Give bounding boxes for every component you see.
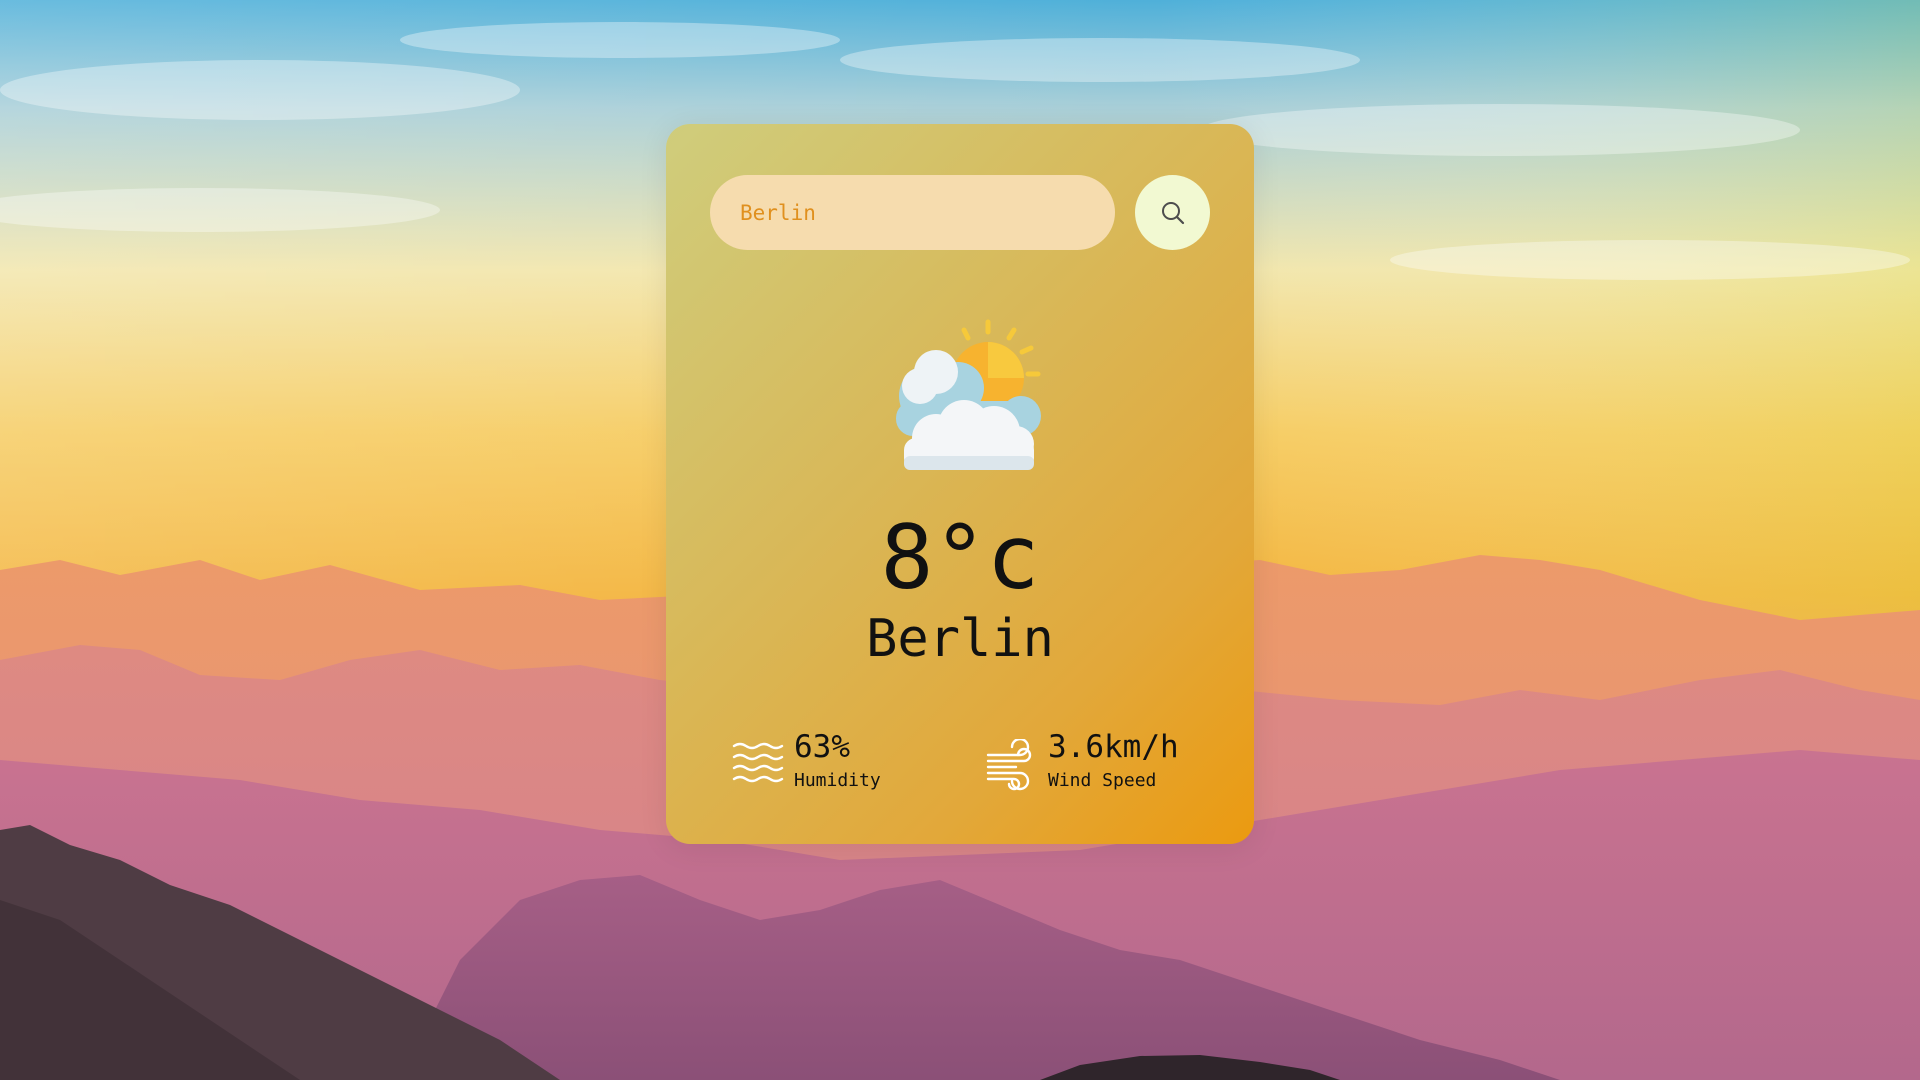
- humidity-label: Humidity: [794, 770, 881, 791]
- humidity-waves-icon: [732, 742, 784, 783]
- wind-speed-label: Wind Speed: [1048, 770, 1157, 791]
- partly-cloudy-sun-icon: [896, 319, 1041, 470]
- temperature: 8°c: [880, 506, 1040, 609]
- search-input[interactable]: [710, 175, 1115, 250]
- humidity-stat: 63% Humidity: [732, 732, 881, 791]
- wind-stat: 3.6km/h Wind Speed: [986, 732, 1179, 791]
- humidity-value: 63%: [794, 729, 850, 765]
- search-button[interactable]: [1135, 175, 1210, 250]
- wind-icon: [986, 739, 1032, 791]
- weather-card: 8°c Berlin 63% Humidity 3: [666, 124, 1254, 844]
- search-icon: [1161, 201, 1184, 224]
- wind-speed-value: 3.6km/h: [1048, 729, 1179, 765]
- city-name: Berlin: [866, 609, 1054, 669]
